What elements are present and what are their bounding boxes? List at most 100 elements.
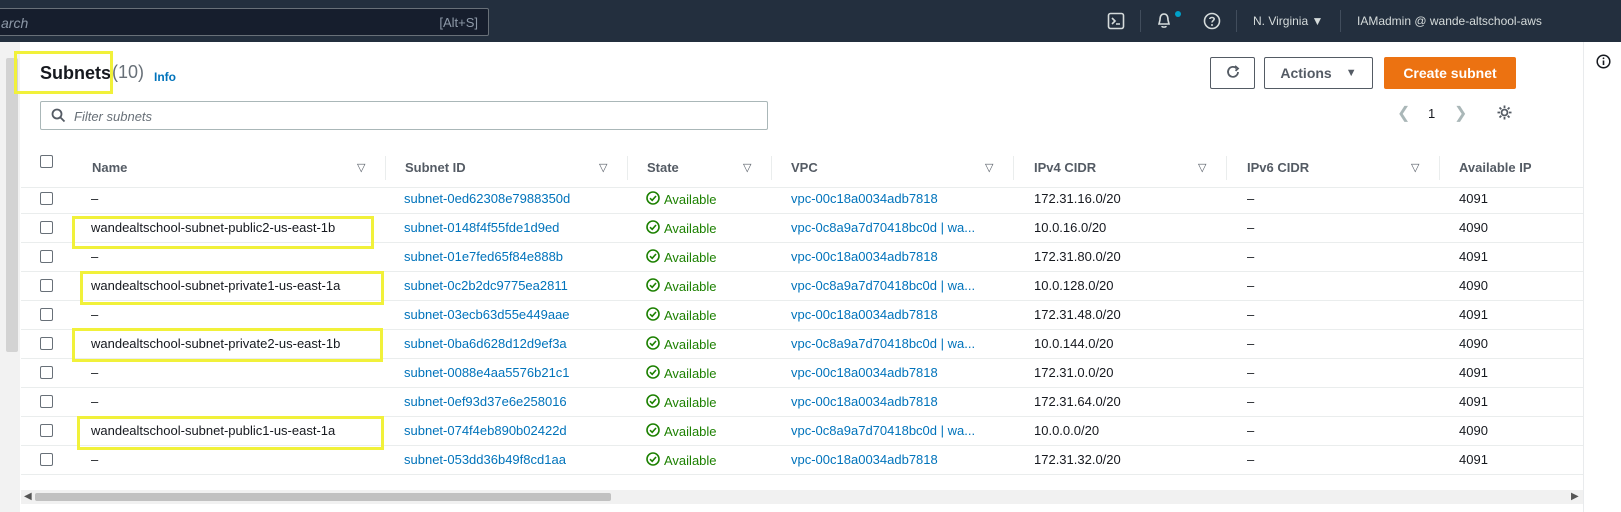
info-circle-icon[interactable] [1596, 54, 1611, 74]
vpc-link[interactable]: vpc-0c8a9a7d70418bc0d | wa... [791, 336, 975, 351]
page-number[interactable]: 1 [1428, 106, 1435, 121]
row-checkbox[interactable] [40, 453, 53, 466]
vpc-link[interactable]: vpc-00c18a0034adb7818 [791, 452, 938, 467]
help-icon[interactable] [1203, 12, 1223, 32]
vpc-link[interactable]: vpc-00c18a0034adb7818 [791, 191, 938, 206]
ipv4-cidr: 10.0.128.0/20 [1034, 278, 1114, 293]
sort-icon[interactable]: ▽ [743, 161, 751, 174]
notifications-bell-icon[interactable] [1155, 12, 1175, 32]
subnet-id-link[interactable]: subnet-0ed62308e7988350d [404, 191, 570, 206]
sort-icon[interactable]: ▽ [1411, 161, 1419, 174]
settings-gear-icon[interactable] [1496, 104, 1513, 126]
prev-page-icon[interactable]: ❮ [1397, 103, 1410, 123]
subnet-id-link[interactable]: subnet-0c2b2dc9775ea2811 [404, 278, 568, 293]
column-header-state[interactable]: State [647, 160, 679, 175]
next-page-icon[interactable]: ❯ [1454, 103, 1467, 123]
sort-icon[interactable]: ▽ [357, 161, 365, 174]
state-badge: Available [646, 191, 717, 208]
table-row[interactable]: – subnet-0ef93d37e6e258016 Available vpc-00… [21, 387, 1583, 417]
column-header-available-ip[interactable]: Available IP [1459, 160, 1532, 175]
column-header-name[interactable]: Name [92, 160, 127, 175]
vpc-link[interactable]: vpc-00c18a0034adb7818 [791, 307, 938, 322]
ipv6-cidr: – [1247, 220, 1255, 235]
vertical-scrollbar-thumb[interactable] [6, 58, 18, 352]
cloudshell-icon[interactable] [1107, 12, 1127, 32]
actions-button[interactable]: Actions ▼ [1264, 57, 1373, 89]
column-divider[interactable] [1439, 156, 1440, 180]
column-divider[interactable] [1013, 156, 1014, 180]
table-row[interactable]: – subnet-0088e4aa5576b21c1 Available vpc-00… [21, 358, 1583, 388]
column-divider[interactable] [1226, 156, 1227, 180]
ipv6-cidr: – [1247, 307, 1255, 322]
column-header-vpc[interactable]: VPC [791, 160, 818, 175]
state-badge: Available [646, 452, 717, 469]
vpc-link[interactable]: vpc-0c8a9a7d70418bc0d | wa... [791, 278, 975, 293]
row-checkbox[interactable] [40, 337, 53, 350]
subnet-id-link[interactable]: subnet-0ba6d628d12d9ef3a [404, 336, 567, 351]
state-label: Available [664, 250, 717, 265]
row-checkbox[interactable] [40, 221, 53, 234]
row-checkbox[interactable] [40, 366, 53, 379]
horizontal-scrollbar-thumb[interactable] [35, 493, 611, 501]
column-header-subnet-id[interactable]: Subnet ID [405, 160, 466, 175]
available-ips: 4091 [1459, 249, 1488, 264]
subnet-id-link[interactable]: subnet-03ecb63d55e449aae [404, 307, 570, 322]
subnet-id-link[interactable]: subnet-01e7fed65f84e888b [404, 249, 563, 264]
horizontal-scrollbar[interactable]: ◀ ▶ [21, 490, 1583, 504]
create-subnet-button[interactable]: Create subnet [1384, 57, 1516, 89]
row-checkbox[interactable] [40, 279, 53, 292]
sort-icon[interactable]: ▽ [1198, 161, 1206, 174]
row-checkbox[interactable] [40, 192, 53, 205]
notification-dot [1175, 11, 1181, 17]
available-ips: 4091 [1459, 365, 1488, 380]
search-input[interactable]: arch [Alt+S] [0, 8, 489, 36]
subnet-id-link[interactable]: subnet-0088e4aa5576b21c1 [404, 365, 570, 380]
sort-icon[interactable]: ▽ [985, 161, 993, 174]
ipv6-cidr: – [1247, 394, 1255, 409]
state-label: Available [664, 424, 717, 439]
account-label: IAMadmin @ wande-altschool-aws [1357, 14, 1542, 28]
vpc-link[interactable]: vpc-00c18a0034adb7818 [791, 365, 938, 380]
highlight-box-title [14, 51, 113, 94]
subnet-id-link[interactable]: subnet-074f4eb890b02422d [404, 423, 567, 438]
ipv6-cidr: – [1247, 278, 1255, 293]
state-label: Available [664, 395, 717, 410]
column-divider[interactable] [385, 156, 386, 180]
select-all-checkbox[interactable] [40, 155, 53, 168]
region-selector[interactable]: N. Virginia ▼ [1253, 14, 1323, 28]
vpc-link[interactable]: vpc-00c18a0034adb7818 [791, 249, 938, 264]
scroll-right-icon[interactable]: ▶ [1571, 491, 1579, 502]
sort-icon[interactable]: ▽ [599, 161, 607, 174]
ipv6-cidr: – [1247, 452, 1255, 467]
ipv4-cidr: 10.0.0.0/20 [1034, 423, 1100, 438]
status-ok-icon [646, 249, 660, 266]
vpc-link[interactable]: vpc-0c8a9a7d70418bc0d | wa... [791, 423, 975, 438]
ipv4-cidr: 10.0.16.0/20 [1034, 220, 1107, 235]
vpc-link[interactable]: vpc-0c8a9a7d70418bc0d | wa... [791, 220, 975, 235]
subnet-id-link[interactable]: subnet-053dd36b49f8cd1aa [404, 452, 566, 467]
subnet-id-link[interactable]: subnet-0148f4f55fde1d9ed [404, 220, 559, 235]
row-checkbox[interactable] [40, 308, 53, 321]
info-link[interactable]: Info [154, 70, 176, 84]
filter-subnets-input[interactable]: Filter subnets [40, 101, 768, 130]
column-divider[interactable] [771, 156, 772, 180]
highlight-box-private2 [72, 328, 383, 362]
column-divider[interactable] [627, 156, 628, 180]
account-menu[interactable]: IAMadmin @ wande-altschool-aws [1357, 14, 1542, 28]
row-checkbox[interactable] [40, 250, 53, 263]
topbar-divider [1236, 10, 1237, 32]
row-checkbox[interactable] [40, 395, 53, 408]
subnet-id-link[interactable]: subnet-0ef93d37e6e258016 [404, 394, 567, 409]
available-ips: 4091 [1459, 307, 1488, 322]
row-checkbox[interactable] [40, 424, 53, 437]
refresh-button[interactable] [1210, 57, 1255, 89]
vpc-link[interactable]: vpc-00c18a0034adb7818 [791, 394, 938, 409]
scroll-left-icon[interactable]: ◀ [24, 491, 32, 502]
topbar-divider [1340, 10, 1341, 32]
table-row[interactable]: – subnet-0ed62308e7988350d Available vpc-00… [21, 184, 1583, 214]
status-ok-icon [646, 394, 660, 411]
subnet-name: – [91, 365, 99, 380]
ipv4-cidr: 172.31.0.0/20 [1034, 365, 1114, 380]
column-header-ipv6-cidr[interactable]: IPv6 CIDR [1247, 160, 1309, 175]
column-header-ipv4-cidr[interactable]: IPv4 CIDR [1034, 160, 1096, 175]
